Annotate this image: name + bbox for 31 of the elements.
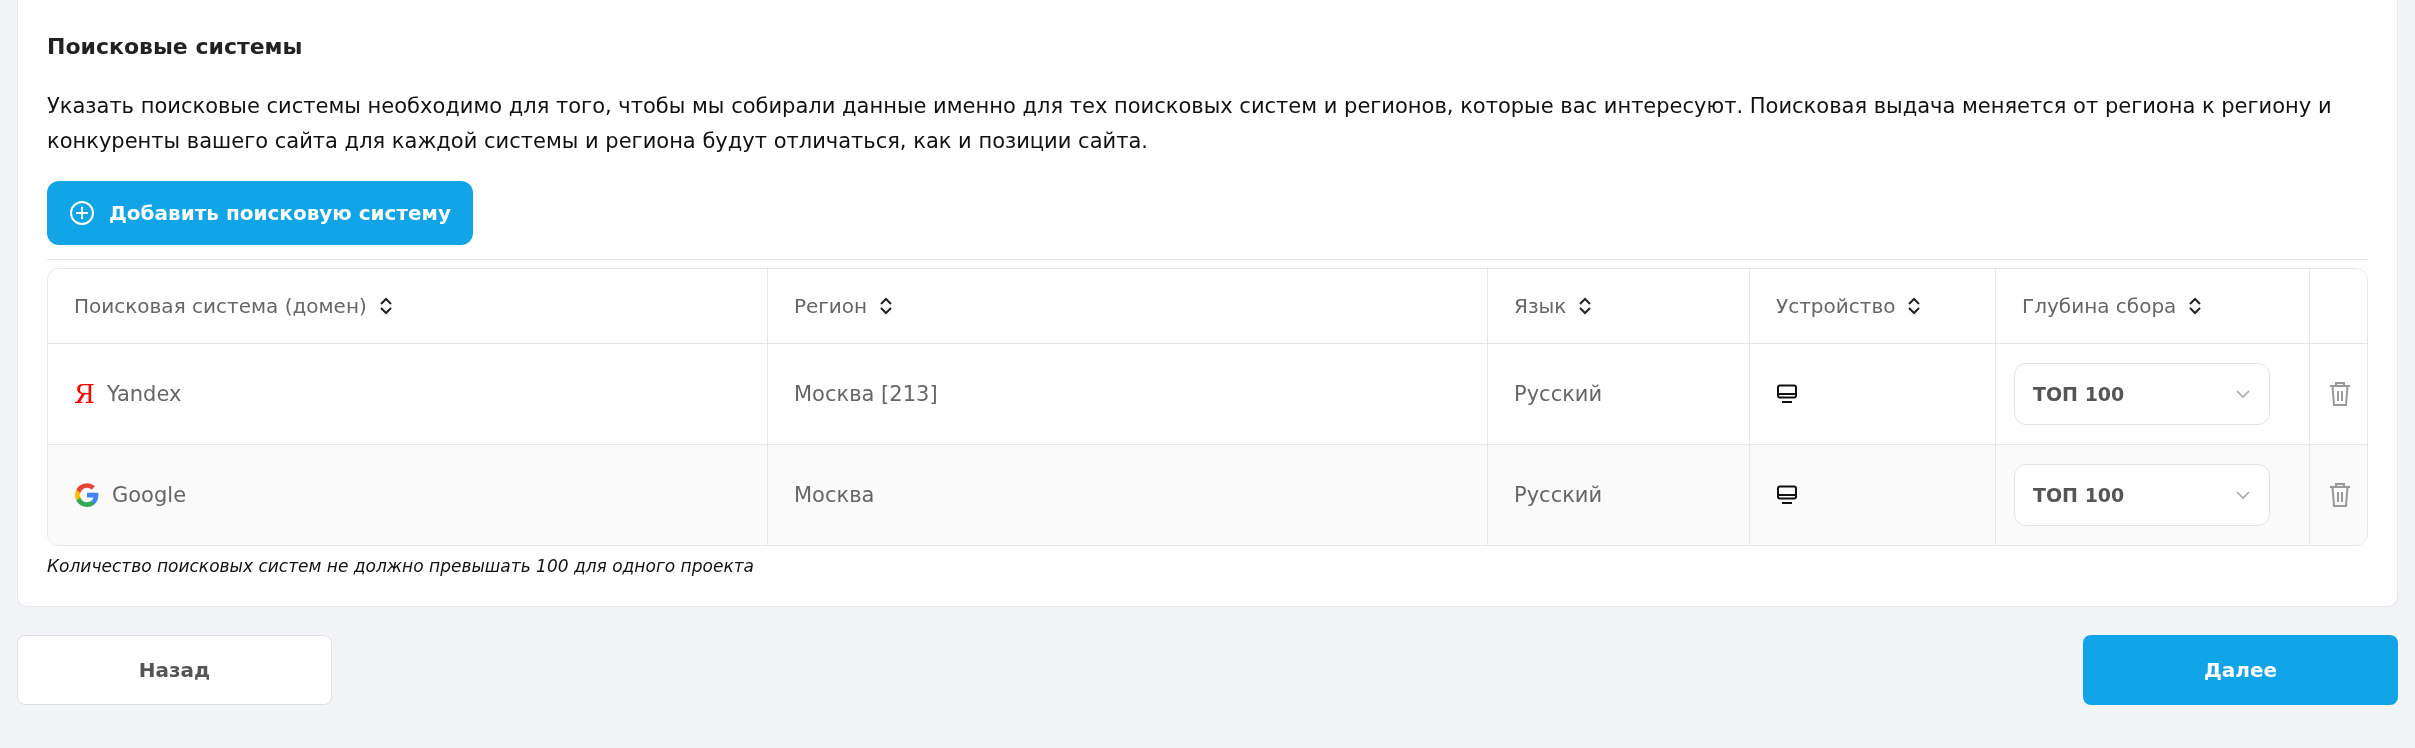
depth-dropdown[interactable]: ТОП 100	[2014, 464, 2270, 526]
trash-icon[interactable]	[2328, 481, 2352, 509]
plus-circle-icon	[69, 200, 95, 226]
sort-icon[interactable]	[1907, 296, 1922, 316]
google-g-icon	[74, 482, 100, 508]
depth-dropdown[interactable]: ТОП 100	[2014, 363, 2270, 425]
desktop-icon	[1776, 384, 1798, 404]
back-button[interactable]: Назад	[17, 635, 332, 705]
chevron-down-icon	[2235, 490, 2251, 500]
column-header[interactable]: Глубина сбора	[2022, 294, 2177, 318]
column-header[interactable]: Язык	[1514, 294, 1567, 318]
language-text: Русский	[1514, 483, 1603, 507]
column-header[interactable]: Поисковая система (домен)	[74, 294, 367, 318]
sort-icon[interactable]	[378, 296, 393, 316]
engine-name: Yandex	[107, 382, 182, 406]
column-header[interactable]: Устройство	[1776, 294, 1896, 318]
sort-icon[interactable]	[879, 296, 894, 316]
language-text: Русский	[1514, 382, 1603, 406]
desktop-icon	[1776, 485, 1798, 505]
chevron-down-icon	[2235, 389, 2251, 399]
sort-icon[interactable]	[1578, 296, 1593, 316]
section-title: Поисковые системы	[47, 34, 304, 59]
column-header[interactable]: Регион	[794, 294, 868, 318]
sort-icon[interactable]	[2188, 296, 2203, 316]
trash-icon[interactable]	[2328, 380, 2352, 408]
region-text: Москва	[794, 483, 875, 507]
limit-note: Количество поисковых систем не должно превышать 100 для одного проекта	[47, 556, 755, 576]
description-text: Указать поисковые системы необходимо для того, чтобы мы собирали данные именно для тех поисковых систем и регионов, которые вас интересуют. Поисковая выдача меняется от региона к региону и конкуренты вашего сайта для каждой системы и региона будут отличаться, как и позиции сайта.	[47, 93, 2333, 155]
engine-name: Google	[112, 483, 187, 507]
region-text: Москва [213]	[794, 382, 938, 406]
yandex-logo: Я	[74, 379, 95, 409]
